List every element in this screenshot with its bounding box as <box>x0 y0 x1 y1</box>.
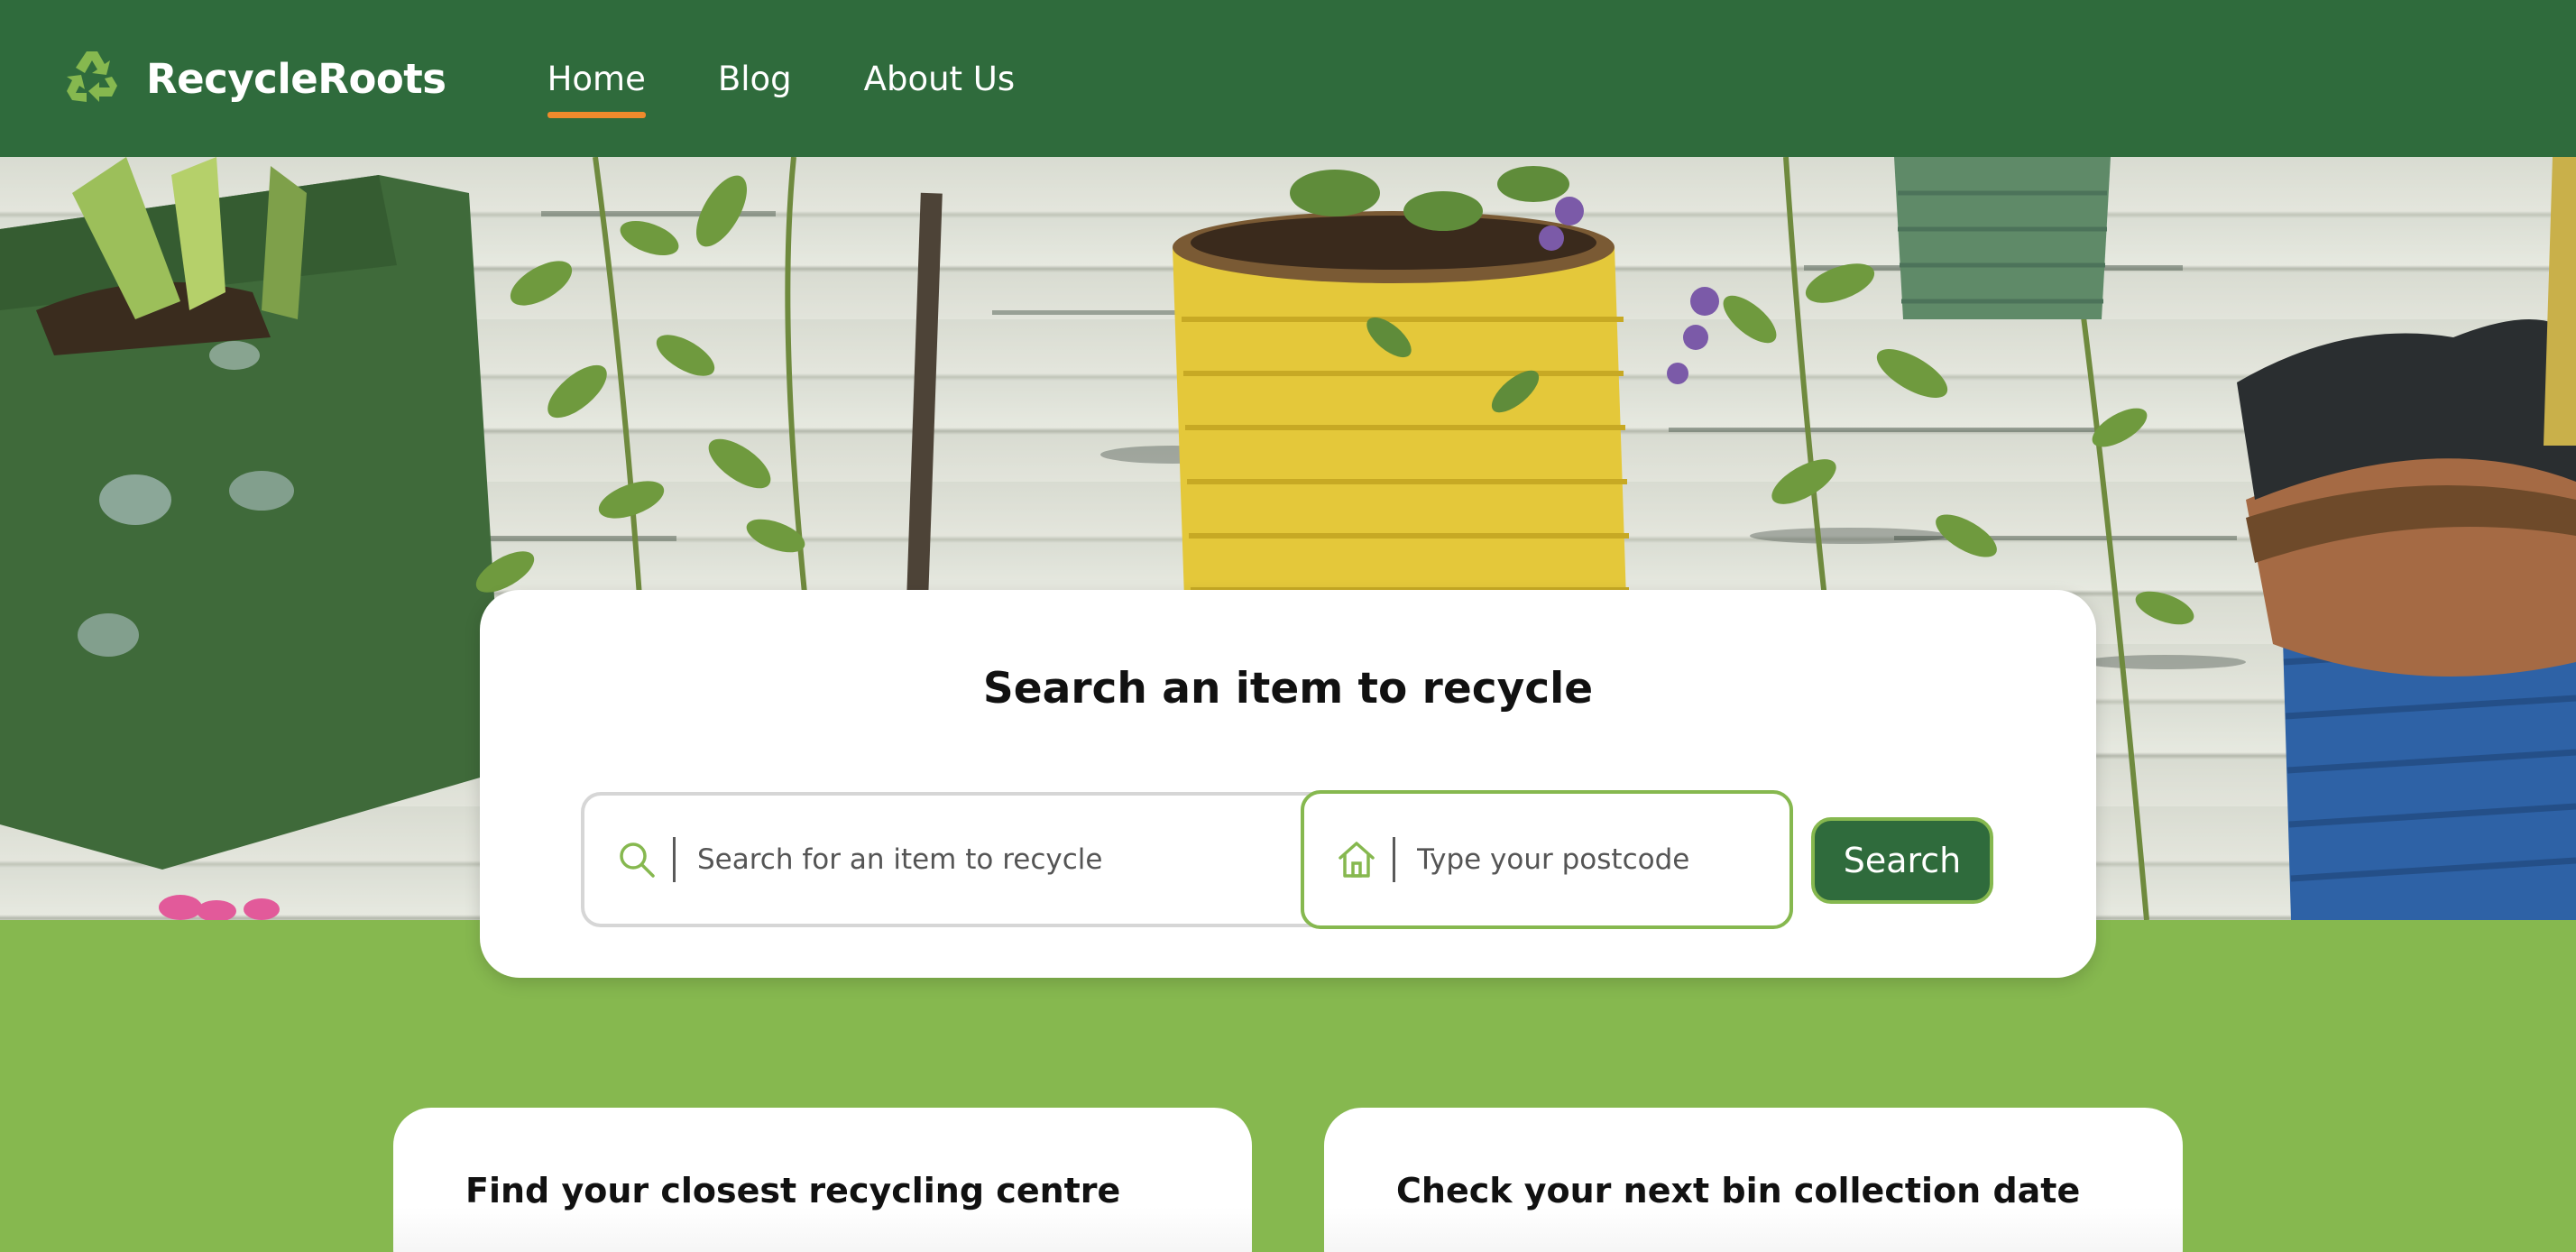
site-header: RecycleRoots Home Blog About Us <box>0 0 2576 157</box>
postcode-field[interactable] <box>1301 790 1793 929</box>
bin-collection-card[interactable]: Check your next bin collection date <box>1324 1108 2183 1252</box>
closest-centre-title: Find your closest recycling centre <box>465 1171 1121 1211</box>
search-title: Search an item to recycle <box>982 664 1594 713</box>
nav-home[interactable]: Home <box>547 60 647 118</box>
search-icon <box>620 842 655 878</box>
nav-blog[interactable]: Blog <box>718 60 792 98</box>
nav-about-us[interactable]: About Us <box>864 60 1016 98</box>
recycle-icon <box>67 51 117 102</box>
search-button[interactable]: Search <box>1811 817 1993 904</box>
field-divider <box>1393 837 1395 882</box>
closest-centre-card[interactable]: Find your closest recycling centre <box>393 1108 1252 1252</box>
brand-logo[interactable]: RecycleRoots <box>60 46 446 111</box>
field-divider <box>673 837 676 882</box>
bin-collection-title: Check your next bin collection date <box>1396 1171 2081 1211</box>
main-nav: Home Blog About Us <box>547 0 1088 157</box>
item-search-input[interactable] <box>697 843 1238 876</box>
search-card: Search an item to recycle Search <box>480 590 2096 978</box>
postcode-input[interactable] <box>1417 843 1760 876</box>
home-icon <box>1339 842 1375 878</box>
item-search-field[interactable] <box>581 792 1329 927</box>
brand-name: RecycleRoots <box>146 54 446 103</box>
